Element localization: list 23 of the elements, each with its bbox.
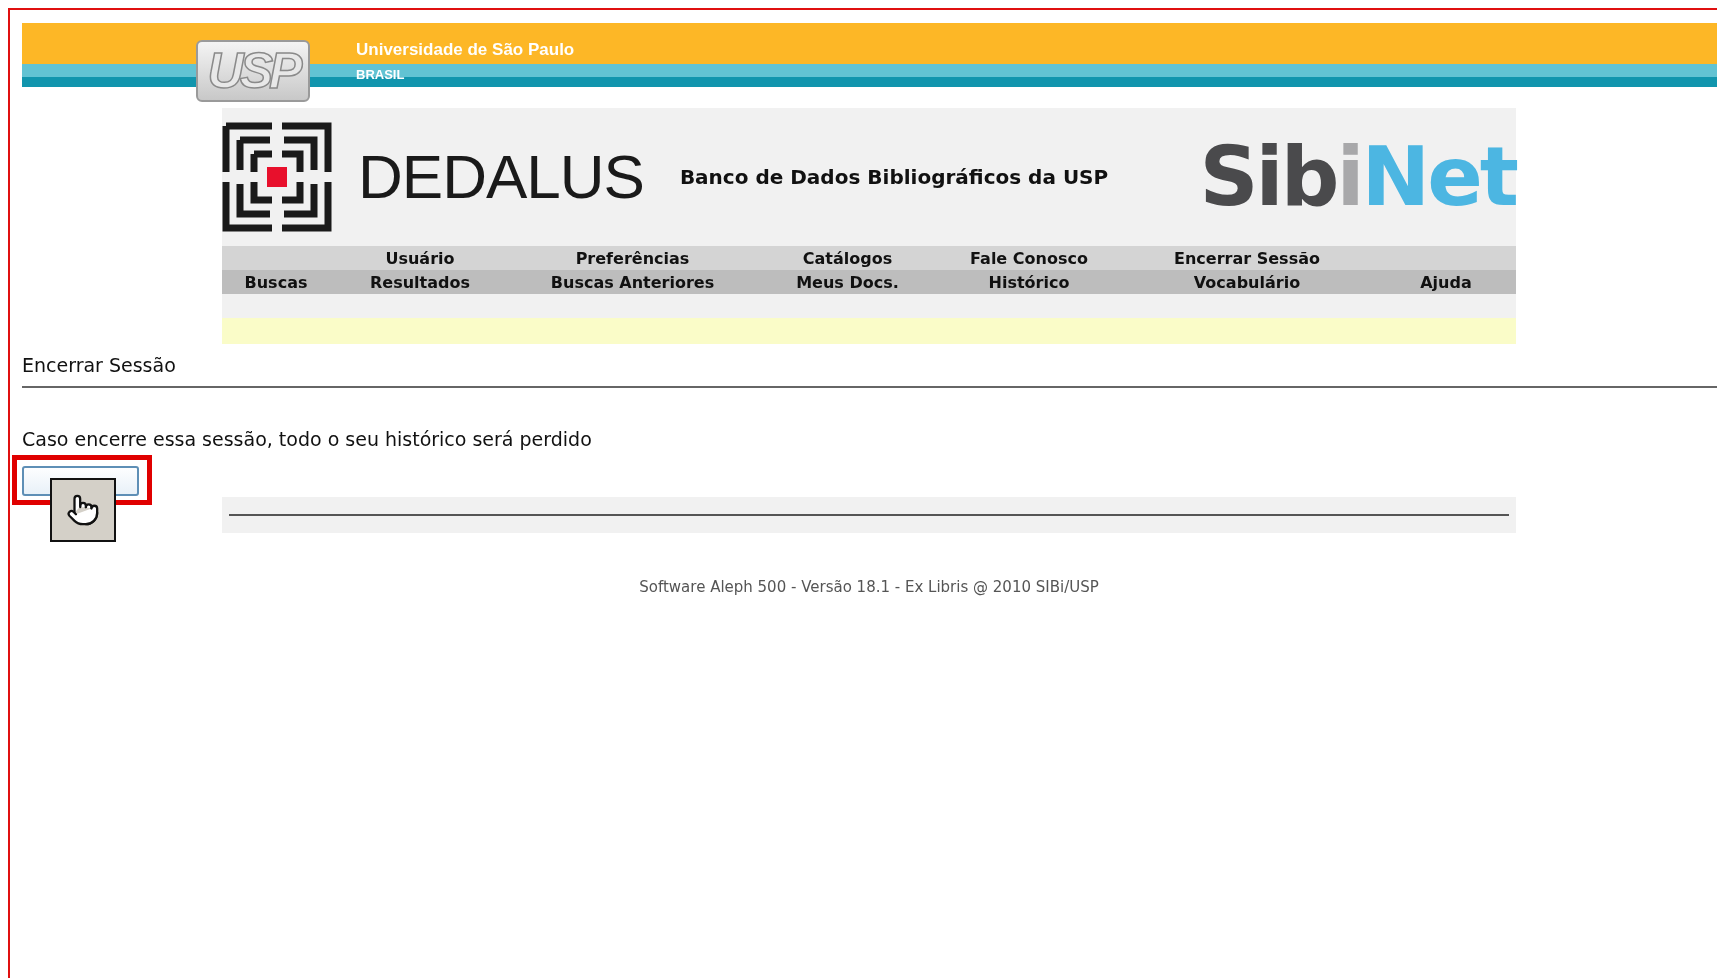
nav-link[interactable]: Resultados bbox=[370, 272, 470, 292]
nav-link[interactable]: Fale Conosco bbox=[970, 248, 1088, 268]
nav-link[interactable]: Preferências bbox=[575, 248, 690, 268]
nav-link[interactable]: Buscas bbox=[244, 272, 308, 292]
page-heading: Encerrar Sessão bbox=[22, 354, 177, 376]
partner-logo: SibiNet bbox=[1199, 136, 1516, 218]
tagline: Banco de Dados Bibliográficos da USP bbox=[679, 165, 1109, 189]
maze-logo-icon bbox=[222, 122, 332, 232]
nav-link[interactable]: Ajuda bbox=[1420, 272, 1472, 292]
nav-link[interactable]: Histórico bbox=[988, 272, 1070, 292]
nav-link[interactable]: Encerrar Sessão bbox=[1174, 248, 1320, 268]
hand-pointer-icon bbox=[66, 493, 100, 527]
nav-link[interactable]: Meus Docs. bbox=[796, 272, 899, 292]
nav-link[interactable]: Buscas Anteriores bbox=[550, 272, 715, 292]
nav-link[interactable]: Usuário bbox=[385, 248, 455, 268]
country-label: BRASIL bbox=[356, 67, 405, 82]
usp-logo: USP bbox=[196, 40, 310, 102]
nav-link[interactable]: Vocabulário bbox=[1193, 272, 1301, 292]
nav-link[interactable]: Catálogos bbox=[802, 248, 893, 268]
brand-name: DEDALUS bbox=[358, 141, 644, 213]
footer-text: Software Aleph 500 - Versão 18.1 - Ex Libris @ 2010 SIBi/USP bbox=[638, 578, 1100, 596]
warning-message: Caso encerre essa sessão, todo o seu histórico será perdido bbox=[22, 428, 593, 450]
university-name: Universidade de São Paulo bbox=[356, 40, 575, 60]
